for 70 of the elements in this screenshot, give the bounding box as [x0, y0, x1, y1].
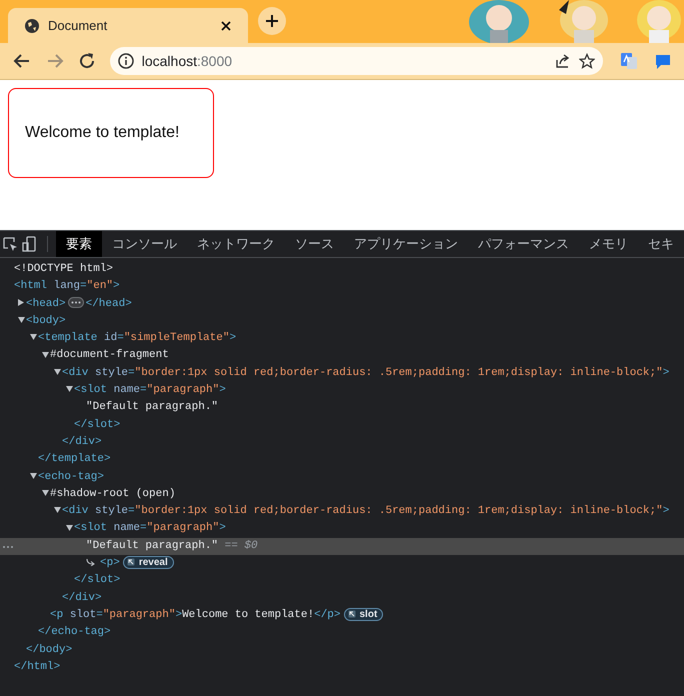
device-icon [21, 236, 38, 252]
info-icon [118, 53, 134, 69]
expanded-triangle-icon[interactable] [54, 368, 61, 375]
panel-tab[interactable]: セキ [638, 231, 684, 257]
link-arrow-icon [126, 558, 135, 566]
close-icon[interactable] [220, 20, 232, 32]
plus-icon [265, 14, 279, 28]
reference-arrow-icon [86, 558, 96, 566]
node-link-badge[interactable]: reveal [122, 556, 174, 569]
share-icon[interactable] [554, 53, 571, 69]
more-options-icon[interactable] [2, 544, 14, 550]
expand-ellipsis-button[interactable] [68, 297, 84, 308]
code-line: <body> [26, 314, 66, 327]
panel-tab[interactable]: ネットワーク [187, 231, 285, 257]
expanded-triangle-icon[interactable] [54, 507, 61, 514]
back-arrow-icon [13, 52, 32, 70]
code-line: </template> [38, 453, 111, 466]
address-bar[interactable]: localhost:8000 [110, 47, 603, 75]
url-text: localhost:8000 [142, 52, 234, 70]
code-line: <slot name="paragraph"> [74, 522, 226, 534]
inspect-icon [2, 236, 18, 252]
panel-tab[interactable]: 要素 [56, 231, 102, 257]
forward-arrow-icon [46, 52, 64, 70]
welcome-message: Welcome to template! [8, 88, 214, 178]
code-line: </echo-tag> [38, 626, 111, 638]
code-line: <!DOCTYPE html> [14, 263, 114, 275]
code-line: </slot> [74, 418, 120, 431]
reload-icon [78, 52, 96, 70]
code-line: #document-fragment [50, 349, 169, 362]
code-line: </slot> [74, 574, 120, 586]
code-line: </div> [62, 436, 102, 448]
panel-tab[interactable]: ソース [285, 231, 344, 257]
panel-tab[interactable]: アプリケーション [344, 231, 468, 257]
code-line: <echo-tag> [38, 470, 104, 483]
selected-row[interactable]: "Default paragraph." == $0 [0, 538, 684, 556]
browser-tab[interactable]: Document [8, 8, 248, 43]
expanded-triangle-icon[interactable] [30, 334, 37, 340]
expanded-triangle-icon[interactable] [66, 524, 73, 531]
collapsed-triangle-icon[interactable] [18, 299, 24, 306]
code-line: </body> [26, 644, 72, 656]
expanded-triangle-icon[interactable] [18, 316, 25, 323]
node-link-badge[interactable]: slot [344, 608, 384, 621]
panel-tab[interactable]: コンソール [102, 231, 187, 257]
code-line: <div style="border:1px solid red;border-radius: .5rem;padding: 1rem;display: inline-block;"> [62, 505, 670, 518]
code-line: <head> [26, 298, 66, 310]
code-line: </div> [62, 592, 102, 604]
star-icon[interactable] [578, 53, 595, 69]
expanded-triangle-icon[interactable] [42, 490, 49, 496]
code-line: <p> [100, 557, 120, 570]
panel-tab[interactable]: パフォーマンス [468, 231, 579, 257]
globe-icon [24, 18, 40, 34]
code-line: #shadow-root (open) [50, 488, 176, 500]
panel-tab[interactable]: メモリ [579, 231, 638, 257]
new-tab-button[interactable] [258, 7, 286, 35]
link-arrow-icon [348, 610, 356, 618]
expanded-triangle-icon[interactable] [30, 472, 37, 479]
tab-title: Document [48, 16, 108, 35]
ellipsis-icon [70, 301, 81, 304]
code-line: <slot name="paragraph"> [74, 384, 226, 396]
code-line: "Default paragraph." [86, 401, 218, 414]
expanded-triangle-icon[interactable] [66, 386, 73, 392]
code-line: <div style="border:1px solid red;border-radius: .5rem;padding: 1rem;display: inline-block;"> [62, 366, 670, 379]
code-line: "Default paragraph." == $0 [86, 540, 258, 552]
code-line: <p slot="paragraph">Welcome to template!</p> [50, 608, 340, 621]
code-line: <template id="simpleTemplate"> [38, 332, 236, 344]
code-line: </html> [14, 660, 60, 673]
code-line: <html lang="en"> [14, 280, 120, 292]
expanded-triangle-icon[interactable] [42, 352, 49, 358]
code-line: </head> [86, 298, 132, 310]
translate-icon [620, 52, 638, 70]
